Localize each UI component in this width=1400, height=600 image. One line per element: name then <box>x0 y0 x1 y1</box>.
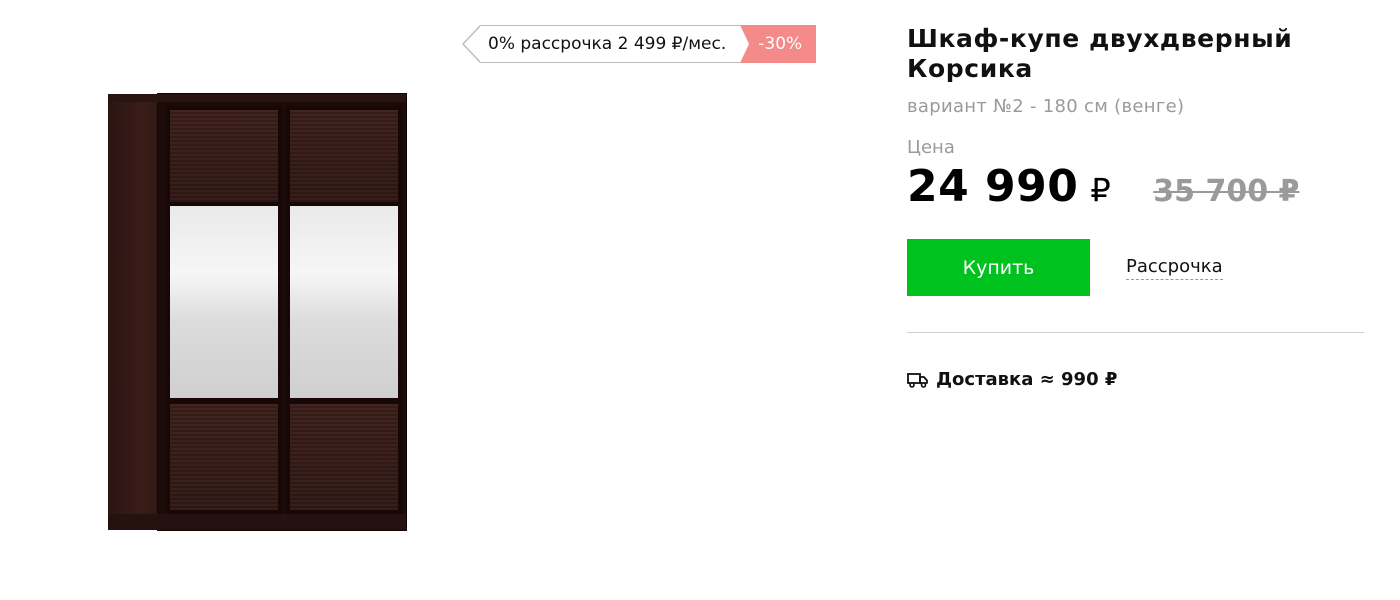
door-panel-bottom <box>170 404 278 510</box>
door-panel-bottom <box>290 404 398 510</box>
door-mirror <box>170 206 278 398</box>
installment-promo-tag[interactable]: 0% рассрочка 2 499 ₽/мес. -30% <box>462 25 817 63</box>
product-title: Шкаф-купе двухдверный Корсика <box>907 24 1293 83</box>
wardrobe-door-left <box>166 106 282 514</box>
price-label: Цена <box>907 137 955 158</box>
product-image[interactable] <box>100 90 410 535</box>
discount-badge: -30% <box>740 25 817 63</box>
current-price: 24 990 ₽ <box>907 162 1111 215</box>
installment-link[interactable]: Рассрочка <box>1126 256 1223 280</box>
product-info: Шкаф-купе двухдверный Корсика вариант №2… <box>907 24 1367 390</box>
door-panel-top <box>290 110 398 202</box>
purchase-actions: Купить Рассрочка <box>907 239 1367 296</box>
delivery-text: Доставка ≈ 990 ₽ <box>936 369 1118 390</box>
old-price: 35 700 ₽ <box>1153 174 1300 209</box>
currency-sign: ₽ <box>1090 171 1112 209</box>
wardrobe-base <box>108 514 406 530</box>
wardrobe-top <box>108 94 406 102</box>
current-price-value: 24 990 <box>907 161 1079 212</box>
ribbon-arrow-icon <box>462 25 481 63</box>
price-row: 24 990 ₽ 35 700 ₽ <box>907 162 1367 215</box>
door-panel-top <box>170 110 278 202</box>
product-page: 0% рассрочка 2 499 ₽/мес. -30% Шкаф-купе… <box>0 0 1400 600</box>
truck-icon <box>907 372 928 388</box>
buy-button[interactable]: Купить <box>907 239 1090 296</box>
installment-promo-text: 0% рассрочка 2 499 ₽/мес. <box>480 25 741 63</box>
product-variant: вариант №2 - 180 см (венге) <box>907 96 1185 117</box>
wardrobe-door-right <box>286 106 402 514</box>
wardrobe-front <box>158 94 406 530</box>
door-mirror <box>290 206 398 398</box>
delivery-info: Доставка ≈ 990 ₽ <box>907 369 1367 390</box>
divider <box>907 332 1364 333</box>
